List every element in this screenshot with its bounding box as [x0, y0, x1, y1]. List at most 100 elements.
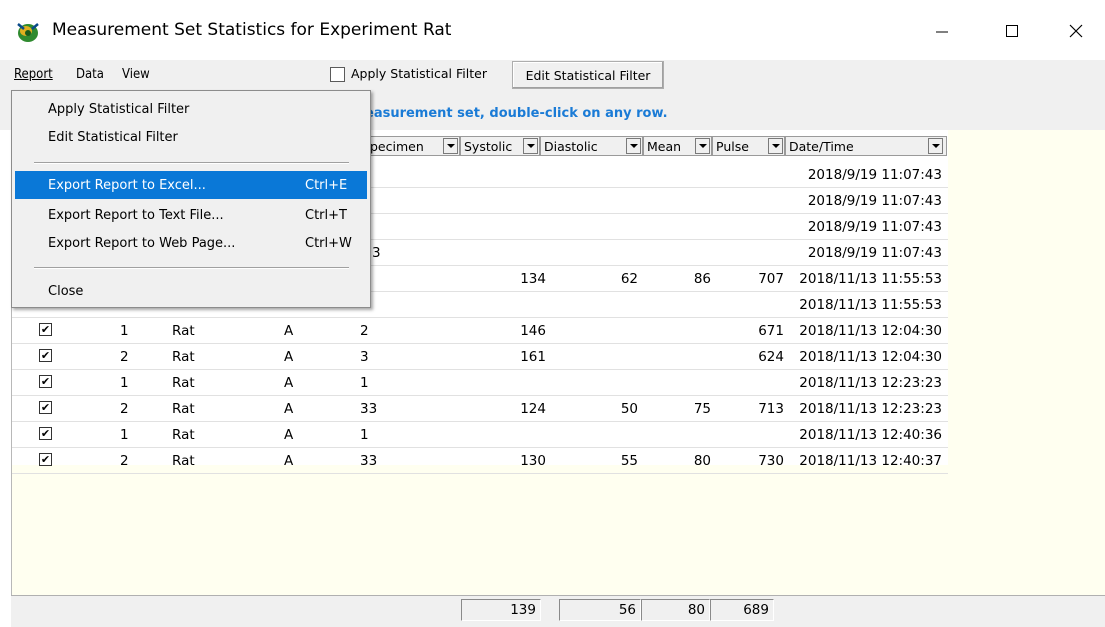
cell-datetime: 2018/11/13 12:23:23	[799, 401, 942, 417]
cell-group: A	[284, 453, 294, 469]
cell-systolic: 124	[520, 401, 546, 417]
cell-datetime: 2018/9/19 11:07:43	[807, 245, 942, 261]
menu-item-apply-filter[interactable]: Apply Statistical Filter	[15, 95, 367, 123]
total-diastolic: 56	[559, 599, 641, 621]
cell-group: A	[284, 323, 294, 339]
maximize-icon	[1006, 25, 1018, 37]
column-header-label: Diastolic	[544, 138, 598, 154]
menu-item-shortcut: Ctrl+E	[305, 177, 348, 193]
menu-item-export-excel[interactable]: Export Report to Excel... Ctrl+E	[15, 171, 367, 199]
cell-diastolic: 50	[620, 401, 638, 417]
row-checkbox[interactable]: ✔	[39, 427, 52, 440]
title-bar: Measurement Set Statistics for Experimen…	[0, 0, 1105, 60]
menu-item-label: Edit Statistical Filter	[48, 129, 178, 145]
chevron-down-icon[interactable]	[626, 138, 641, 154]
chevron-down-icon[interactable]	[695, 138, 710, 154]
column-header-diastolic[interactable]: Diastolic	[540, 136, 643, 156]
cell-datetime: 2018/11/13 12:04:30	[799, 349, 942, 365]
column-header-label: Pulse	[716, 138, 749, 154]
cell-group: A	[284, 401, 294, 417]
chevron-down-icon[interactable]	[523, 138, 538, 154]
cell-datetime: 2018/11/13 12:40:36	[799, 427, 942, 443]
hint-text: easurement set, double-click on any row.	[365, 106, 668, 121]
total-mean: 80	[641, 599, 710, 621]
close-window-button[interactable]	[1056, 14, 1096, 48]
menu-item-export-web[interactable]: Export Report to Web Page... Ctrl+W	[15, 229, 367, 257]
cell-systolic: 134	[520, 271, 546, 287]
total-systolic: 139	[461, 599, 541, 621]
menu-separator	[34, 267, 349, 269]
menu-item-export-text[interactable]: Export Report to Text File... Ctrl+T	[15, 201, 367, 229]
minimize-button[interactable]	[922, 14, 962, 48]
cell-animal: Rat	[172, 427, 195, 443]
menu-item-label: Apply Statistical Filter	[48, 101, 190, 117]
menu-view[interactable]: View	[122, 67, 150, 82]
apply-filter-label[interactable]: Apply Statistical Filter	[351, 66, 487, 81]
cell-number: 2	[120, 349, 129, 365]
totals-bar: 139 56 80 689	[11, 595, 1105, 627]
menu-separator	[34, 162, 349, 164]
row-checkbox[interactable]: ✔	[39, 323, 52, 336]
cell-specimen: 3	[372, 245, 381, 261]
minimize-icon	[936, 31, 948, 33]
menu-item-close[interactable]: Close	[15, 277, 367, 305]
apply-filter-checkbox[interactable]	[330, 67, 345, 82]
cell-animal: Rat	[172, 375, 195, 391]
cell-datetime: 2018/9/19 11:07:43	[807, 167, 942, 183]
row-checkbox[interactable]: ✔	[39, 349, 52, 362]
cell-datetime: 2018/11/13 12:04:30	[799, 323, 942, 339]
menu-item-label: Close	[48, 283, 84, 299]
menu-report[interactable]: Report	[14, 67, 53, 82]
row-checkbox[interactable]: ✔	[39, 401, 52, 414]
column-header-label: Date/Time	[789, 138, 854, 154]
column-header-specimen[interactable]: pecimen	[366, 136, 460, 156]
cell-mean: 86	[693, 271, 711, 287]
cell-number: 2	[120, 453, 129, 469]
cell-mean: 80	[693, 453, 711, 469]
cell-systolic: 161	[520, 349, 546, 365]
cell-number: 1	[120, 323, 129, 339]
cell-animal: Rat	[172, 401, 195, 417]
table-row[interactable]: ✔ 2 Rat A 3 161 624 2018/11/13 12:04:30	[12, 344, 948, 370]
cell-specimen: 2	[360, 323, 369, 339]
column-header-datetime[interactable]: Date/Time	[785, 136, 947, 156]
edit-filter-button[interactable]: Edit Statistical Filter	[512, 61, 664, 89]
row-checkbox[interactable]: ✔	[39, 375, 52, 388]
chevron-down-icon[interactable]	[443, 138, 458, 154]
cell-number: 1	[120, 375, 129, 391]
cell-datetime: 2018/9/19 11:07:43	[807, 219, 942, 235]
app-icon	[17, 23, 39, 42]
cell-datetime: 2018/11/13 12:40:37	[799, 453, 942, 469]
menu-data[interactable]: Data	[76, 67, 104, 82]
column-header-systolic[interactable]: Systolic	[460, 136, 540, 156]
chevron-down-icon[interactable]	[768, 138, 783, 154]
row-checkbox[interactable]: ✔	[39, 453, 52, 466]
table-row[interactable]: ✔ 2 Rat A 33 124 50 75 713 2018/11/13 12…	[12, 396, 948, 422]
column-header-label: Systolic	[464, 138, 513, 154]
table-row[interactable]: ✔ 1 Rat A 1 2018/11/13 12:23:23	[12, 370, 948, 396]
chevron-down-icon[interactable]	[928, 138, 943, 154]
menu-item-label: Export Report to Excel...	[48, 177, 206, 193]
total-pulse: 689	[710, 599, 774, 621]
maximize-button[interactable]	[992, 14, 1032, 48]
column-header-mean[interactable]: Mean	[643, 136, 712, 156]
menu-item-shortcut: Ctrl+W	[305, 235, 352, 251]
cell-systolic: 146	[520, 323, 546, 339]
menu-report-label: Report	[14, 67, 53, 82]
cell-animal: Rat	[172, 349, 195, 365]
table-row[interactable]: ✔ 1 Rat A 1 2018/11/13 12:40:36	[12, 422, 948, 448]
report-menu: Apply Statistical Filter Edit Statistica…	[11, 90, 371, 308]
menu-item-edit-filter[interactable]: Edit Statistical Filter	[15, 123, 367, 151]
cell-datetime: 2018/9/19 11:07:43	[807, 193, 942, 209]
cell-group: A	[284, 349, 294, 365]
menu-bar: Report Data View Apply Statistical Filte…	[0, 60, 1105, 92]
column-header-pulse[interactable]: Pulse	[712, 136, 785, 156]
column-header-label: Mean	[647, 138, 682, 154]
cell-group: A	[284, 375, 294, 391]
cell-number: 1	[120, 427, 129, 443]
table-row[interactable]: ✔ 2 Rat A 33 130 55 80 730 2018/11/13 12…	[12, 448, 948, 474]
cell-group: A	[284, 427, 294, 443]
cell-datetime: 2018/11/13 11:55:53	[799, 271, 942, 287]
cell-animal: Rat	[172, 323, 195, 339]
table-row[interactable]: ✔ 1 Rat A 2 146 671 2018/11/13 12:04:30	[12, 318, 948, 344]
